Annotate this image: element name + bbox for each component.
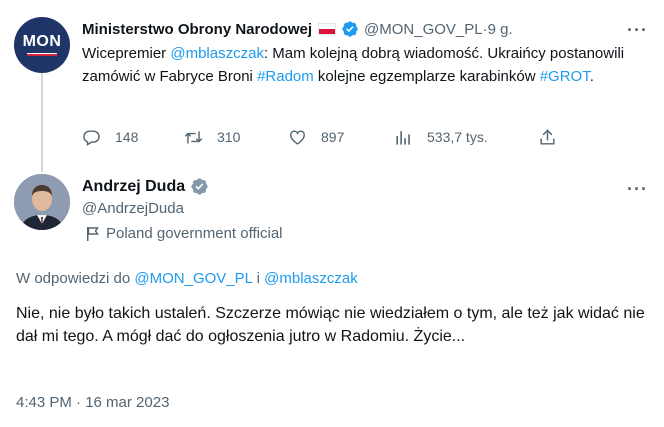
parent-tweet-header: Ministerstwo Obrony Narodowej @MON_GOV_P… <box>82 18 513 40</box>
government-flag-icon <box>87 226 99 241</box>
parent-more-options-icon[interactable]: ··· <box>627 21 648 39</box>
person-portrait-icon <box>14 174 70 230</box>
reply-icon <box>83 129 100 146</box>
government-label-text: Poland government official <box>106 225 283 242</box>
mention-link[interactable]: @mblaszczak <box>264 270 358 287</box>
like-button[interactable]: 897 <box>288 126 344 148</box>
parent-action-bar: 148 310 897 533,7 tys. <box>82 126 562 148</box>
hashtag-link[interactable]: #Radom <box>257 68 314 85</box>
replying-to-line: W odpowiedzi do @MON_GOV_PL i @mblaszcza… <box>16 270 358 287</box>
retweet-button[interactable]: 310 <box>184 126 240 148</box>
government-label[interactable]: Poland government official <box>82 225 283 242</box>
replying-prefix: W odpowiedzi do <box>16 270 135 287</box>
verified-badge-icon <box>191 178 208 195</box>
views-button[interactable]: 533,7 tys. <box>394 126 488 148</box>
views-count: 533,7 tys. <box>427 129 488 145</box>
reply-count: 148 <box>115 129 139 145</box>
reply-author-handle[interactable]: @AndrzejDuda <box>82 200 184 217</box>
reply-author-name-row: Andrzej Duda <box>82 177 209 196</box>
text-segment: Wicepremier <box>82 45 171 62</box>
avatar-stripe <box>27 53 57 56</box>
parent-tweet-text: Wicepremier @mblaszczak: Mam kolejną dob… <box>82 42 642 88</box>
hashtag-link[interactable]: #GROT <box>540 68 590 85</box>
reply-button[interactable]: 148 <box>82 126 138 148</box>
duda-avatar[interactable] <box>14 174 70 230</box>
poland-flag-icon <box>318 23 337 35</box>
retweet-icon <box>184 130 203 144</box>
retweet-count: 310 <box>217 129 241 145</box>
mention-link[interactable]: @mblaszczak <box>170 45 264 62</box>
parent-author-handle[interactable]: @MON_GOV_PL <box>364 21 483 38</box>
thread-connector-line <box>41 68 43 172</box>
text-segment: . <box>589 68 594 85</box>
text-segment: kolejne egzemplarze karabinków <box>313 68 540 85</box>
share-icon <box>540 129 555 145</box>
mon-avatar[interactable]: MON <box>14 17 70 73</box>
reply-tweet-text: Nie, nie było takich ustaleń. Szczerze m… <box>16 305 645 345</box>
parent-author-name[interactable]: Ministerstwo Obrony Narodowej <box>82 21 312 38</box>
parent-timestamp[interactable]: 9 g. <box>488 21 513 38</box>
like-count: 897 <box>321 129 345 145</box>
replying-join: i <box>252 270 265 287</box>
verified-badge-icon <box>342 21 358 37</box>
reply-author-name[interactable]: Andrzej Duda <box>82 178 185 196</box>
heart-icon <box>290 129 305 145</box>
mention-link[interactable]: @MON_GOV_PL <box>134 270 252 287</box>
share-button[interactable] <box>538 126 571 148</box>
views-icon <box>396 130 410 145</box>
reply-timestamp[interactable]: 4:43 PM · 16 mar 2023 <box>16 394 169 411</box>
reply-more-options-icon[interactable]: ··· <box>627 180 648 198</box>
avatar-text: MON <box>22 33 62 50</box>
